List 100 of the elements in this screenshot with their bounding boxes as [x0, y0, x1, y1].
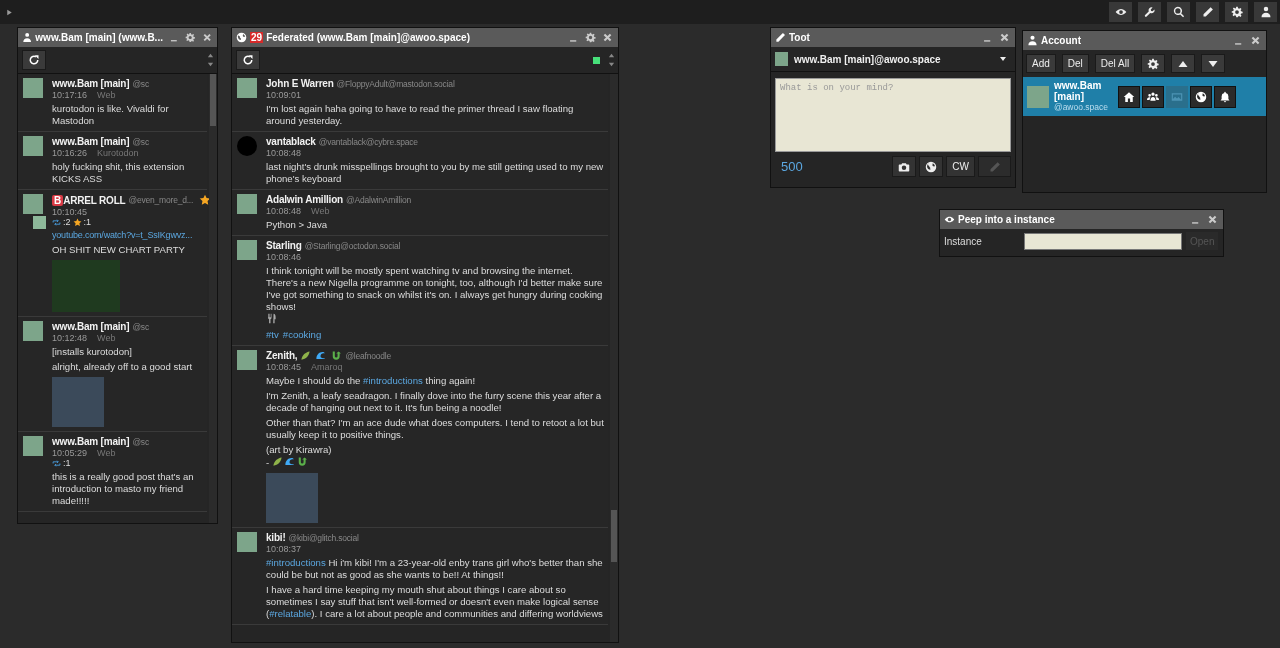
- display-name[interactable]: ARREL ROLL: [63, 194, 126, 206]
- scroll-thumb[interactable]: [611, 510, 617, 562]
- post-text: #introductions Hi i'm kibi! I'm a 23-year-old enby trans girl who's better than she could be but not as good as she wants to be!! At things!!: [266, 557, 604, 581]
- user-handle[interactable]: @FloppyAdult@mastodon.social: [336, 78, 455, 89]
- account-select[interactable]: www.Bam [main]@awoo.space: [771, 47, 1015, 72]
- boost-count: :2: [63, 217, 71, 227]
- post-text: Other than that? I'm an ace dude what does computers. I tend to retoot a lot but usually keep it to positive things.: [266, 417, 604, 441]
- bell-button[interactable]: [1214, 85, 1236, 108]
- window-title: Peep into a instance: [958, 214, 1056, 225]
- refresh-icon: [28, 54, 40, 66]
- toolbar-button[interactable]: [1254, 2, 1277, 22]
- post-time: 10:08:37: [266, 544, 302, 554]
- down-button[interactable]: [1201, 54, 1226, 73]
- display-name[interactable]: Starling: [266, 240, 302, 251]
- hashtag-link[interactable]: #introductions: [363, 375, 423, 386]
- user-handle[interactable]: @kibi@glitch.social: [288, 532, 359, 543]
- account-action-button[interactable]: Add: [1026, 54, 1056, 73]
- scroll-down-icon[interactable]: [608, 61, 615, 68]
- reblogger-avatar-placeholder[interactable]: [32, 215, 47, 230]
- account-action-button[interactable]: Del: [1061, 54, 1089, 73]
- scroll-thumb[interactable]: [210, 74, 216, 126]
- settings-icon[interactable]: [585, 32, 596, 43]
- settings-icon[interactable]: [185, 32, 196, 43]
- scroll-bar[interactable]: [610, 74, 618, 642]
- scroll-up-icon[interactable]: [207, 52, 214, 59]
- emoji-icon: [271, 456, 283, 467]
- display-name[interactable]: John E Warren: [266, 78, 334, 89]
- post-text: I think tonight will be mostly spent watching tv and browsing the internet. There's a new Nigella programme on tonight, too, although I'd better make sure I've got something to snack on whilst it's on. I always get hungry during cooking shows!: [266, 265, 604, 326]
- camera-icon: [898, 160, 911, 173]
- close-icon[interactable]: [999, 32, 1010, 43]
- hashtag-link[interactable]: #cooking: [282, 329, 322, 340]
- post-text: I have a hard time keeping my mouth shut about things I care about so sometimes I say stuff that isn't well-formed or doesn't even make logical sense (#relatable). I care a lot about people and communities and differing worldviews: [266, 584, 604, 620]
- hashtag-link[interactable]: #relatable: [269, 608, 312, 619]
- home-button[interactable]: [1118, 85, 1140, 108]
- content-warning-button[interactable]: CW: [946, 156, 975, 177]
- user-handle[interactable]: @leafnoodle: [345, 350, 392, 361]
- display-name[interactable]: Zenith,: [266, 350, 298, 361]
- display-name[interactable]: www.Bam [main]: [52, 436, 130, 447]
- globe-button[interactable]: [919, 156, 944, 177]
- people-icon: [1147, 90, 1159, 103]
- user-handle[interactable]: @sc: [132, 136, 149, 147]
- account-row[interactable]: www.Bam [main] @awoo.space: [1023, 77, 1266, 116]
- settings-icon: [1230, 6, 1243, 18]
- window-title: www.Bam [main] (www.B...: [35, 32, 163, 43]
- window-title: Toot: [789, 32, 811, 43]
- display-name[interactable]: kibi!: [266, 532, 286, 543]
- character-counter: 500: [781, 159, 803, 174]
- user-handle[interactable]: @vantablack@cybre.space: [318, 136, 418, 147]
- toolbar-button[interactable]: [1138, 2, 1161, 22]
- user-handle[interactable]: @sc: [132, 436, 149, 447]
- scroll-down-icon[interactable]: [207, 61, 214, 68]
- display-name[interactable]: Adalwin Amillion: [266, 194, 343, 205]
- display-name[interactable]: www.Bam [main]: [52, 136, 130, 147]
- toolbar-button[interactable]: [1225, 2, 1248, 22]
- user-handle[interactable]: @even_more_d...: [128, 195, 194, 205]
- up-button[interactable]: [1171, 54, 1196, 73]
- account-action-button[interactable]: Del All: [1094, 54, 1136, 73]
- emoji-icon: [266, 313, 277, 324]
- play-icon[interactable]: [5, 7, 14, 17]
- post-text: I'm lost again haha going to have to read the primer thread I saw floating around yesterday.: [266, 103, 575, 127]
- toolbar-button[interactable]: [1167, 2, 1190, 22]
- refresh-button[interactable]: [22, 50, 46, 70]
- display-name[interactable]: www.Bam [main]: [52, 78, 130, 89]
- post-link[interactable]: youtube.com/watch?v=t_SsIKgwvz...: [52, 229, 193, 241]
- toolbar-button[interactable]: [1109, 2, 1132, 22]
- user-handle[interactable]: @sc: [132, 78, 149, 89]
- globe-icon: [236, 32, 247, 43]
- globe-icon: [1195, 90, 1207, 103]
- instance-input-field[interactable]: [1024, 232, 1182, 250]
- image-icon: [1171, 90, 1183, 103]
- toot-input-field[interactable]: What is on your mind?: [775, 78, 1011, 152]
- instance-label: Instance: [944, 235, 983, 247]
- close-icon[interactable]: [602, 32, 613, 43]
- display-name[interactable]: www.Bam [main]: [52, 321, 130, 332]
- gear-button[interactable]: [1141, 54, 1166, 73]
- favourite-count: :1: [83, 217, 92, 227]
- scroll-bar[interactable]: [209, 74, 217, 523]
- user-handle[interactable]: @Starling@octodon.social: [304, 240, 401, 251]
- user-handle[interactable]: @AdalwinAmillion: [346, 194, 411, 205]
- close-icon[interactable]: [1207, 214, 1218, 225]
- star-icon[interactable]: [199, 194, 212, 206]
- client-name: Web: [311, 206, 330, 216]
- toolbar-button[interactable]: [1196, 2, 1219, 22]
- post-time: 10:05:29: [52, 448, 88, 458]
- hashtag-link[interactable]: #introductions: [266, 557, 326, 568]
- user-handle[interactable]: @sc: [132, 321, 149, 332]
- globe-button[interactable]: [1190, 85, 1212, 108]
- search-icon: [1172, 6, 1185, 18]
- camera-button[interactable]: [892, 156, 917, 177]
- post-text: holy fucking shit, this extension KICKS ASS: [52, 161, 186, 185]
- refresh-button[interactable]: [236, 50, 260, 70]
- close-icon[interactable]: [1250, 35, 1261, 46]
- people-button[interactable]: [1142, 85, 1164, 108]
- pencil-icon: [1201, 6, 1214, 18]
- close-icon[interactable]: [201, 32, 212, 43]
- scroll-up-icon[interactable]: [608, 52, 615, 59]
- bell-icon: [1219, 90, 1231, 103]
- post-time: 10:08:46: [266, 252, 302, 262]
- display-name[interactable]: vantablack: [266, 136, 316, 147]
- hashtag-link[interactable]: #tv: [266, 329, 279, 340]
